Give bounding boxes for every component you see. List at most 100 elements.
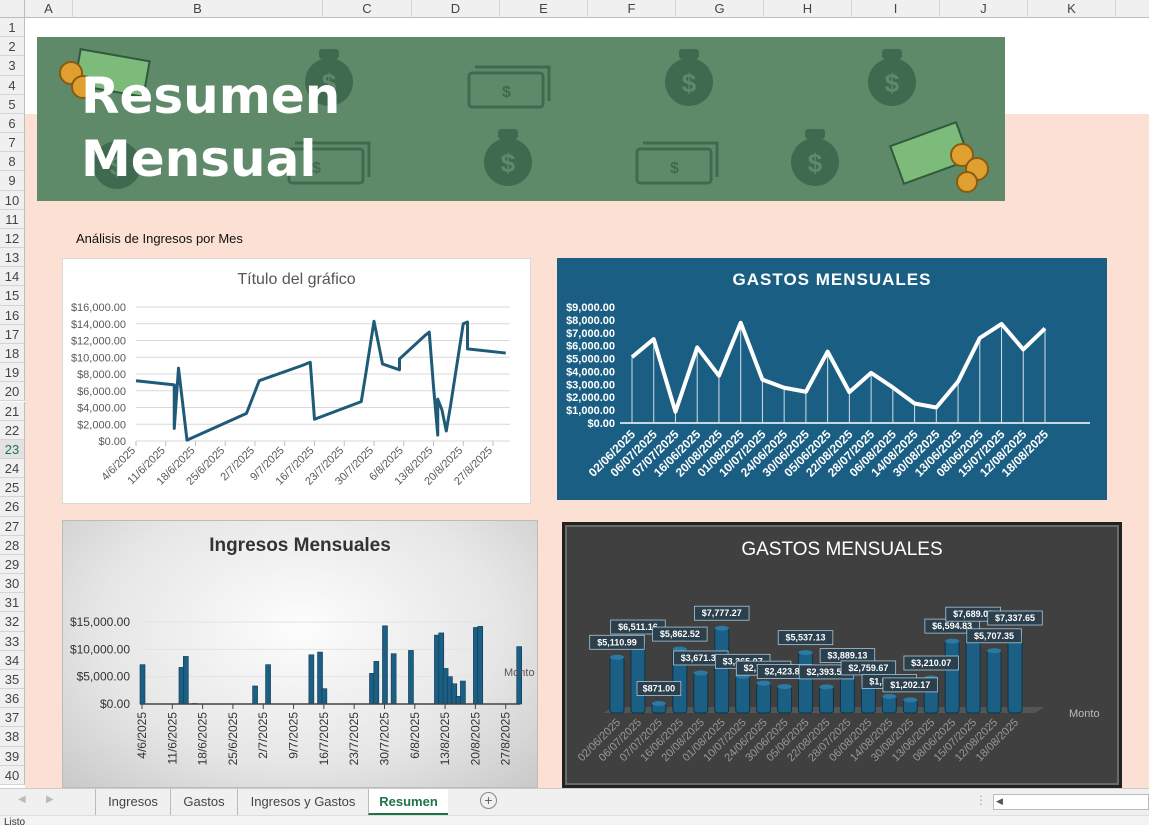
row-header[interactable]: 17 bbox=[0, 325, 25, 344]
splitter-handle-icon[interactable]: ⋮ bbox=[975, 793, 987, 807]
row-header[interactable]: 28 bbox=[0, 536, 25, 555]
tab-ingresos[interactable]: Ingresos bbox=[95, 789, 170, 815]
bar bbox=[778, 687, 792, 713]
row-header[interactable]: 20 bbox=[0, 382, 25, 401]
tab-resumen[interactable]: Resumen bbox=[368, 789, 448, 815]
x-tick-label: 9/7/2025 bbox=[287, 712, 301, 759]
row-header[interactable]: 21 bbox=[0, 402, 25, 421]
bar-top bbox=[819, 684, 833, 689]
cash-coins-icon bbox=[890, 122, 988, 192]
row-header[interactable]: 8 bbox=[0, 152, 25, 171]
column-header[interactable]: J bbox=[940, 0, 1028, 18]
y-tick-label: $4,000.00 bbox=[77, 403, 126, 415]
row-header[interactable]: 6 bbox=[0, 114, 25, 133]
series-line bbox=[632, 323, 1045, 412]
data-label: $6,594.83 bbox=[932, 621, 972, 631]
row-header[interactable]: 32 bbox=[0, 612, 25, 631]
column-header[interactable]: I bbox=[852, 0, 940, 18]
row-header[interactable]: 34 bbox=[0, 651, 25, 670]
row-header[interactable]: 30 bbox=[0, 574, 25, 593]
svg-text:$: $ bbox=[808, 148, 823, 178]
row-header[interactable]: 12 bbox=[0, 229, 25, 248]
column-header[interactable]: F bbox=[588, 0, 676, 18]
row-header[interactable]: 25 bbox=[0, 478, 25, 497]
y-tick-label: $7,000.00 bbox=[566, 328, 615, 340]
row-header[interactable]: 4 bbox=[0, 76, 25, 95]
scroll-tabs-right-icon[interactable]: ▶ bbox=[46, 794, 54, 805]
bar bbox=[183, 656, 188, 704]
row-header[interactable]: 10 bbox=[0, 191, 25, 210]
row-header[interactable]: 24 bbox=[0, 459, 25, 478]
chart-gastos-line[interactable]: GASTOS MENSUALES $0.00$1,000.00$2,000.00… bbox=[557, 258, 1107, 500]
bar bbox=[374, 661, 379, 704]
bar-top bbox=[882, 694, 896, 699]
y-tick-label: $1,000.00 bbox=[566, 405, 615, 417]
row-header[interactable]: 23 bbox=[0, 440, 25, 459]
row-header[interactable]: 38 bbox=[0, 727, 25, 746]
column-header[interactable]: H bbox=[764, 0, 852, 18]
section-subtitle: Análisis de Ingresos por Mes bbox=[76, 231, 243, 246]
x-tick-label: 13/8/2025 bbox=[438, 712, 452, 766]
spreadsheet-grid[interactable]: ABCDEFGHIJK 1234567891011121314151617181… bbox=[0, 0, 1149, 788]
bar-top bbox=[903, 697, 917, 702]
bar-top bbox=[610, 655, 624, 660]
row-header[interactable]: 33 bbox=[0, 632, 25, 651]
column-header[interactable]: A bbox=[25, 0, 73, 18]
bar bbox=[309, 655, 314, 704]
tab-ingresos-y-gastos[interactable]: Ingresos y Gastos bbox=[237, 789, 368, 815]
data-label: $2,423.87 bbox=[765, 667, 805, 677]
x-tick-label: 27/8/2025 bbox=[499, 712, 513, 766]
scroll-left-icon[interactable]: ◀ bbox=[996, 796, 1003, 807]
row-header[interactable]: 15 bbox=[0, 286, 25, 305]
column-header[interactable]: K bbox=[1028, 0, 1116, 18]
row-header[interactable]: 36 bbox=[0, 689, 25, 708]
column-header[interactable]: C bbox=[323, 0, 412, 18]
bar-top bbox=[799, 650, 813, 655]
row-header[interactable]: 1 bbox=[0, 18, 25, 37]
row-header[interactable]: 9 bbox=[0, 171, 25, 190]
row-header[interactable]: 22 bbox=[0, 421, 25, 440]
y-tick-label: $9,000.00 bbox=[566, 302, 615, 314]
chart-plot: $5,110.99$6,511.16$871.00$5,862.52$3,671… bbox=[565, 525, 1121, 787]
row-header[interactable]: 5 bbox=[0, 95, 25, 114]
bar bbox=[694, 673, 708, 713]
tab-gastos[interactable]: Gastos bbox=[170, 789, 237, 815]
chart-ingresos-line[interactable]: Título del gráfico $0.00$2,000.00$4,000.… bbox=[62, 258, 531, 504]
x-tick-label: 4/6/2025 bbox=[135, 712, 149, 759]
y-tick-label: $2,000.00 bbox=[566, 392, 615, 404]
add-sheet-icon[interactable]: + bbox=[480, 792, 497, 809]
column-header[interactable]: B bbox=[73, 0, 323, 18]
bar bbox=[322, 689, 327, 704]
row-header[interactable]: 35 bbox=[0, 670, 25, 689]
column-header[interactable]: D bbox=[412, 0, 500, 18]
row-header[interactable]: 31 bbox=[0, 593, 25, 612]
chart-gastos-bar[interactable]: GASTOS MENSUALES $5,110.99$6,511.16$871.… bbox=[562, 522, 1122, 788]
row-header[interactable]: 14 bbox=[0, 267, 25, 286]
row-header[interactable]: 2 bbox=[0, 37, 25, 56]
column-header[interactable]: G bbox=[676, 0, 764, 18]
row-header[interactable]: 26 bbox=[0, 497, 25, 516]
row-header[interactable]: 7 bbox=[0, 133, 25, 152]
y-tick-label: $15,000.00 bbox=[70, 615, 130, 629]
row-header[interactable]: 39 bbox=[0, 747, 25, 766]
y-tick-label: $5,000.00 bbox=[77, 670, 131, 684]
bar bbox=[140, 665, 145, 704]
row-header[interactable]: 19 bbox=[0, 363, 25, 382]
row-header[interactable]: 29 bbox=[0, 555, 25, 574]
title-banner[interactable]: $ $ $ $ $ $ $ $ $ Resumen Mensual bbox=[37, 37, 1005, 201]
svg-text:$: $ bbox=[670, 160, 679, 177]
row-header[interactable]: 18 bbox=[0, 344, 25, 363]
select-all-corner[interactable] bbox=[0, 0, 25, 18]
chart-ingresos-bar[interactable]: Ingresos Mensuales $0.00$5,000.00$10,000… bbox=[62, 520, 538, 788]
row-header[interactable]: 16 bbox=[0, 306, 25, 325]
scroll-tabs-left-icon[interactable]: ◀ bbox=[18, 794, 26, 805]
row-header[interactable]: 3 bbox=[0, 56, 25, 75]
row-header[interactable]: 13 bbox=[0, 248, 25, 267]
horizontal-scrollbar[interactable]: ◀ bbox=[993, 794, 1149, 810]
row-header[interactable]: 27 bbox=[0, 517, 25, 536]
column-header-partial[interactable] bbox=[1116, 0, 1149, 18]
row-header[interactable]: 40 bbox=[0, 766, 25, 785]
row-header[interactable]: 37 bbox=[0, 708, 25, 727]
column-header[interactable]: E bbox=[500, 0, 588, 18]
row-header[interactable]: 11 bbox=[0, 210, 25, 229]
